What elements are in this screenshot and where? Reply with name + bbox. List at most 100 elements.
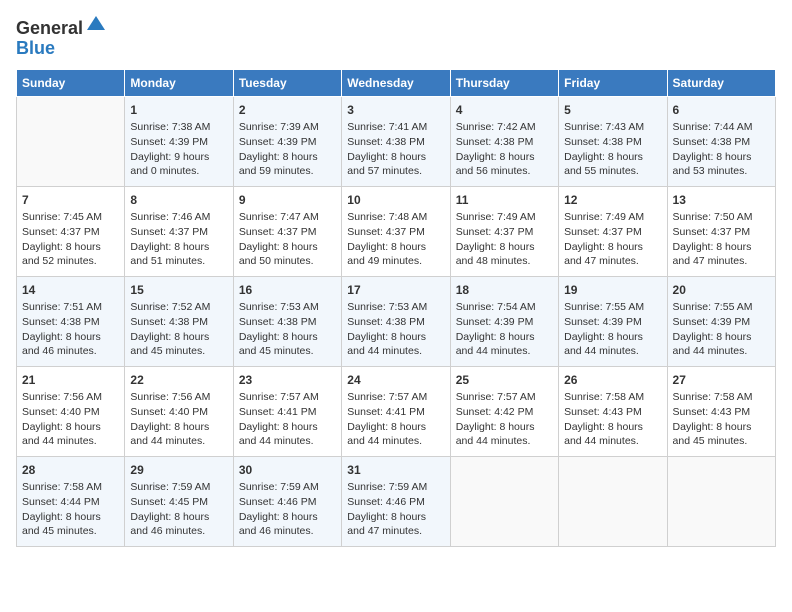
day-info: Daylight: 8 hours (456, 150, 553, 165)
day-info: Sunset: 4:38 PM (347, 315, 444, 330)
day-number: 5 (564, 102, 661, 119)
day-info: Daylight: 8 hours (347, 510, 444, 525)
day-info: Sunrise: 7:49 AM (456, 210, 553, 225)
calendar-cell: 1Sunrise: 7:38 AMSunset: 4:39 PMDaylight… (125, 96, 233, 186)
calendar-cell (450, 456, 558, 546)
calendar-cell: 2Sunrise: 7:39 AMSunset: 4:39 PMDaylight… (233, 96, 341, 186)
day-number: 12 (564, 192, 661, 209)
day-info: and 48 minutes. (456, 254, 553, 269)
day-info: Sunrise: 7:58 AM (22, 480, 119, 495)
day-number: 20 (673, 282, 770, 299)
day-info: Sunset: 4:37 PM (564, 225, 661, 240)
weekday-header: Tuesday (233, 69, 341, 96)
calendar-cell: 26Sunrise: 7:58 AMSunset: 4:43 PMDayligh… (559, 366, 667, 456)
day-info: and 46 minutes. (22, 344, 119, 359)
day-info: Sunset: 4:39 PM (673, 315, 770, 330)
day-number: 8 (130, 192, 227, 209)
day-number: 4 (456, 102, 553, 119)
page-header: General Blue (16, 16, 776, 59)
day-info: Sunset: 4:39 PM (239, 135, 336, 150)
day-info: and 45 minutes. (130, 344, 227, 359)
day-info: Daylight: 8 hours (239, 510, 336, 525)
day-info: Sunset: 4:38 PM (456, 135, 553, 150)
day-number: 1 (130, 102, 227, 119)
day-info: and 44 minutes. (130, 434, 227, 449)
day-info: Sunrise: 7:56 AM (22, 390, 119, 405)
day-info: and 44 minutes. (456, 434, 553, 449)
calendar-cell: 24Sunrise: 7:57 AMSunset: 4:41 PMDayligh… (342, 366, 450, 456)
day-info: Daylight: 8 hours (673, 420, 770, 435)
day-number: 10 (347, 192, 444, 209)
day-info: Sunrise: 7:59 AM (130, 480, 227, 495)
day-info: and 55 minutes. (564, 164, 661, 179)
day-info: and 44 minutes. (564, 344, 661, 359)
day-info: Sunrise: 7:50 AM (673, 210, 770, 225)
day-info: and 44 minutes. (673, 344, 770, 359)
day-info: Sunset: 4:43 PM (673, 405, 770, 420)
day-info: Sunset: 4:42 PM (456, 405, 553, 420)
day-info: Sunrise: 7:39 AM (239, 120, 336, 135)
day-info: and 45 minutes. (673, 434, 770, 449)
day-number: 6 (673, 102, 770, 119)
day-info: and 44 minutes. (347, 344, 444, 359)
day-info: and 45 minutes. (22, 524, 119, 539)
day-info: and 47 minutes. (564, 254, 661, 269)
day-info: Sunset: 4:39 PM (456, 315, 553, 330)
calendar-table: SundayMondayTuesdayWednesdayThursdayFrid… (16, 69, 776, 547)
calendar-cell (667, 456, 775, 546)
calendar-cell: 21Sunrise: 7:56 AMSunset: 4:40 PMDayligh… (17, 366, 125, 456)
weekday-header: Monday (125, 69, 233, 96)
calendar-cell: 17Sunrise: 7:53 AMSunset: 4:38 PMDayligh… (342, 276, 450, 366)
day-info: and 0 minutes. (130, 164, 227, 179)
day-number: 28 (22, 462, 119, 479)
day-info: and 49 minutes. (347, 254, 444, 269)
day-info: Sunset: 4:39 PM (564, 315, 661, 330)
day-info: Sunrise: 7:44 AM (673, 120, 770, 135)
day-info: and 44 minutes. (456, 344, 553, 359)
day-info: Sunrise: 7:55 AM (673, 300, 770, 315)
calendar-cell: 30Sunrise: 7:59 AMSunset: 4:46 PMDayligh… (233, 456, 341, 546)
calendar-cell: 18Sunrise: 7:54 AMSunset: 4:39 PMDayligh… (450, 276, 558, 366)
day-info: Daylight: 8 hours (347, 330, 444, 345)
day-info: Daylight: 8 hours (22, 240, 119, 255)
day-info: Sunset: 4:41 PM (347, 405, 444, 420)
day-info: Sunset: 4:45 PM (130, 495, 227, 510)
calendar-cell: 27Sunrise: 7:58 AMSunset: 4:43 PMDayligh… (667, 366, 775, 456)
day-number: 7 (22, 192, 119, 209)
day-info: Sunrise: 7:58 AM (564, 390, 661, 405)
day-info: Sunrise: 7:43 AM (564, 120, 661, 135)
calendar-week-row: 21Sunrise: 7:56 AMSunset: 4:40 PM Dayligh… (17, 366, 776, 456)
day-info: Sunset: 4:46 PM (347, 495, 444, 510)
day-info: Daylight: 8 hours (239, 240, 336, 255)
day-info: Sunset: 4:38 PM (564, 135, 661, 150)
day-info: Sunset: 4:40 PM (22, 405, 119, 420)
day-info: Daylight: 9 hours (130, 150, 227, 165)
day-number: 24 (347, 372, 444, 389)
day-number: 21 (22, 372, 119, 389)
day-info: Daylight: 8 hours (130, 330, 227, 345)
day-info: Daylight: 8 hours (22, 510, 119, 525)
calendar-cell: 10Sunrise: 7:48 AMSunset: 4:37 PMDayligh… (342, 186, 450, 276)
day-number: 31 (347, 462, 444, 479)
day-info: Sunrise: 7:59 AM (239, 480, 336, 495)
day-info: and 56 minutes. (456, 164, 553, 179)
calendar-cell: 22Sunrise: 7:56 AMSunset: 4:40 PMDayligh… (125, 366, 233, 456)
day-info: Daylight: 8 hours (22, 330, 119, 345)
calendar-cell: 16Sunrise: 7:53 AMSunset: 4:38 PMDayligh… (233, 276, 341, 366)
weekday-header: Saturday (667, 69, 775, 96)
logo-icon (85, 12, 107, 34)
day-info: Sunset: 4:37 PM (22, 225, 119, 240)
calendar-cell: 15Sunrise: 7:52 AMSunset: 4:38 PMDayligh… (125, 276, 233, 366)
calendar-cell: 31Sunrise: 7:59 AMSunset: 4:46 PMDayligh… (342, 456, 450, 546)
day-number: 25 (456, 372, 553, 389)
day-info: and 57 minutes. (347, 164, 444, 179)
calendar-cell: 3Sunrise: 7:41 AMSunset: 4:38 PMDaylight… (342, 96, 450, 186)
calendar-week-row: 14Sunrise: 7:51 AMSunset: 4:38 PMDayligh… (17, 276, 776, 366)
day-info: Daylight: 8 hours (673, 240, 770, 255)
calendar-cell: 9Sunrise: 7:47 AMSunset: 4:37 PMDaylight… (233, 186, 341, 276)
logo-text: General Blue (16, 16, 107, 59)
calendar-week-row: 1Sunrise: 7:38 AMSunset: 4:39 PMDaylight… (17, 96, 776, 186)
day-info: Sunset: 4:38 PM (673, 135, 770, 150)
day-info: Daylight: 8 hours (347, 150, 444, 165)
logo-general: General (16, 18, 83, 38)
